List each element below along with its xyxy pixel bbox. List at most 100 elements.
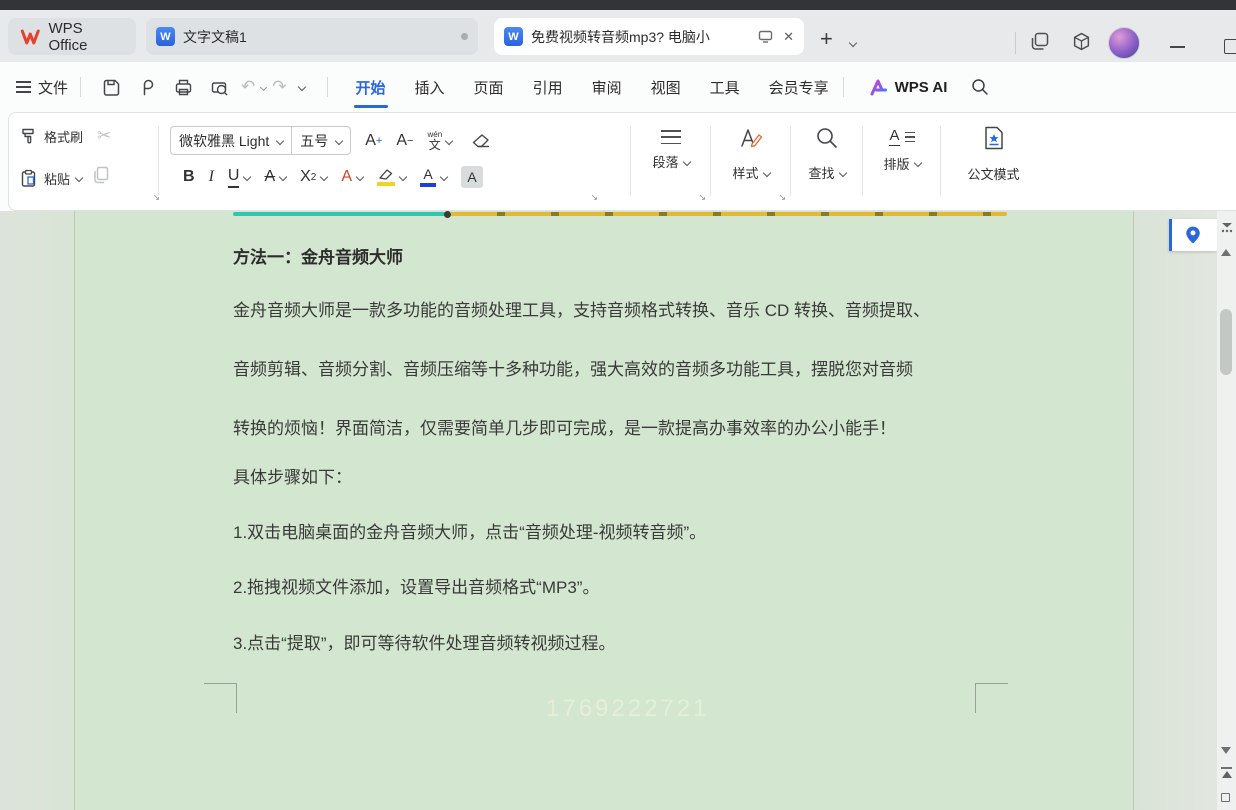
undo-icon[interactable]: ↶: [241, 77, 255, 97]
font-name-select[interactable]: 微软雅黑 Light: [171, 127, 291, 154]
italic-button[interactable]: I: [209, 168, 214, 186]
char-border-letter: A: [341, 168, 352, 186]
font-name-chevron-icon: [276, 136, 284, 144]
home-label: WPS Office: [49, 20, 124, 54]
document-workspace[interactable]: 方法一：金舟音频大师 金舟音频大师是一款多功能的音频处理工具，支持音频格式转换、…: [0, 211, 1236, 810]
tab-tools[interactable]: 工具: [708, 71, 742, 104]
tab-label: 文字文稿1: [183, 27, 247, 47]
paragraph-chevron-icon: [682, 158, 690, 166]
doc-paragraph: 音频剪辑、音频分割、音频压缩等十多种功能，强大高效的音频多功能工具，摆脱您对音频: [233, 355, 913, 380]
device-monitor-icon: [758, 30, 773, 43]
bold-button[interactable]: B: [183, 168, 195, 186]
format-painter-label: 格式刷: [44, 127, 83, 146]
new-tab-chevron-icon[interactable]: [849, 39, 857, 47]
print-preview-icon[interactable]: [208, 76, 230, 98]
doc-step: 3.点击“提取”，即可等待软件处理音频转视频过程。: [233, 629, 616, 654]
titlebar: WPS Office W 文字文稿1 W 免费视频转音频mp3? 电脑小 ✕ +: [0, 10, 1236, 62]
char-shading-button[interactable]: A: [461, 166, 483, 188]
search-icon[interactable]: [969, 76, 991, 98]
print-icon[interactable]: [172, 76, 194, 98]
undo-chevron-icon[interactable]: [260, 83, 267, 90]
underline-button[interactable]: U: [228, 167, 251, 188]
tab-page[interactable]: 页面: [472, 71, 506, 104]
font-color-button[interactable]: A: [420, 167, 447, 187]
quickbar-chevron-icon[interactable]: [297, 83, 305, 91]
wps-ai-label: WPS AI: [895, 79, 948, 96]
highlight-button[interactable]: [377, 168, 406, 186]
windows-stack-icon[interactable]: [1030, 32, 1049, 56]
location-pin-icon: [1184, 225, 1202, 245]
doc-heading: 方法一：金舟音频大师: [233, 243, 403, 268]
previous-page-icon[interactable]: [1221, 767, 1232, 778]
tab-member[interactable]: 会员专享: [767, 71, 831, 104]
user-avatar[interactable]: [1108, 27, 1140, 59]
tab-review[interactable]: 审阅: [590, 71, 624, 104]
tab-home[interactable]: 开始: [354, 71, 388, 104]
locate-panel[interactable]: [1169, 219, 1217, 251]
grow-font-button[interactable]: A+: [365, 133, 382, 149]
scrollbar-thumb[interactable]: [1220, 309, 1232, 375]
clear-format-button[interactable]: [471, 133, 491, 149]
scroll-down-arrow-icon[interactable]: [1221, 747, 1231, 754]
layout-group: A 排版: [868, 112, 936, 209]
cut-icon[interactable]: ✂: [97, 126, 111, 146]
3d-box-icon[interactable]: [1072, 32, 1091, 56]
watermark-text: 1769222721: [546, 695, 709, 723]
progress-bar-remaining-segment: [451, 212, 1007, 216]
font-color-icon: A: [420, 167, 436, 187]
close-tab-icon[interactable]: ✕: [783, 29, 794, 45]
file-menu[interactable]: 文件: [38, 77, 68, 98]
tab-insert[interactable]: 插入: [413, 71, 447, 104]
styles-icon: [738, 126, 764, 155]
tab-reference[interactable]: 引用: [531, 71, 565, 104]
strikethrough-button[interactable]: A: [264, 168, 286, 186]
vertical-scrollbar[interactable]: [1217, 211, 1236, 810]
wps-logo-icon: [20, 28, 41, 46]
font-name-value: 微软雅黑 Light: [179, 131, 269, 151]
shrink-font-button[interactable]: A−: [396, 133, 413, 149]
tab-label: 免费视频转音频mp3? 电脑小: [531, 27, 750, 47]
paragraph-button[interactable]: 段落: [636, 130, 706, 171]
font-size-select[interactable]: 五号: [291, 127, 350, 154]
titlebar-divider: [1015, 32, 1016, 54]
paragraph-launcher-icon[interactable]: ↘: [698, 192, 706, 203]
export-pdf-icon[interactable]: [136, 76, 158, 98]
browse-object-icon[interactable]: [1221, 793, 1230, 802]
font-color-letter: A: [423, 167, 432, 181]
maximize-button[interactable]: [1224, 39, 1236, 54]
scrollbar-marker-icon[interactable]: [1221, 220, 1233, 238]
styles-button[interactable]: 样式: [716, 126, 786, 182]
char-border-button[interactable]: A: [341, 168, 363, 186]
layout-letter: A: [889, 128, 899, 146]
styles-launcher-icon[interactable]: ↘: [778, 192, 786, 203]
new-tab-button[interactable]: +: [820, 26, 833, 52]
home-button[interactable]: WPS Office: [8, 18, 136, 55]
official-doc-icon: [983, 126, 1005, 156]
redo-icon[interactable]: ↷: [272, 77, 286, 97]
layout-button[interactable]: A 排版: [868, 128, 936, 173]
superscript-button[interactable]: X2: [300, 168, 327, 186]
scroll-up-arrow-icon[interactable]: [1221, 249, 1231, 256]
paste-button[interactable]: 粘贴: [20, 169, 82, 188]
save-icon[interactable]: [100, 76, 122, 98]
minimize-button[interactable]: [1170, 46, 1185, 48]
hamburger-icon[interactable]: [16, 81, 31, 93]
paste-chevron-icon: [75, 174, 83, 182]
tab-document-1[interactable]: W 文字文稿1: [146, 18, 478, 55]
docmode-button[interactable]: 公文模式: [946, 126, 1041, 183]
format-painter-button[interactable]: 格式刷: [20, 127, 83, 146]
pinyin-chevron-icon: [445, 136, 453, 144]
eraser-icon: [471, 133, 491, 149]
progress-bar-handle: [444, 211, 451, 218]
tab-document-2-active[interactable]: W 免费视频转音频mp3? 电脑小 ✕: [494, 18, 804, 55]
find-button[interactable]: 查找: [796, 126, 858, 182]
pinyin-guide-button[interactable]: wén 文: [427, 131, 452, 151]
tab-view[interactable]: 视图: [649, 71, 683, 104]
ribbon-divider: [862, 126, 863, 196]
clipboard-icon: [20, 169, 38, 188]
font-launcher-icon[interactable]: ↘: [590, 192, 598, 203]
font-controls: 微软雅黑 Light 五号: [170, 126, 351, 155]
wps-ai-button[interactable]: WPS AI: [870, 79, 948, 96]
copy-icon[interactable]: [92, 166, 110, 190]
menubar-divider: [843, 77, 844, 97]
